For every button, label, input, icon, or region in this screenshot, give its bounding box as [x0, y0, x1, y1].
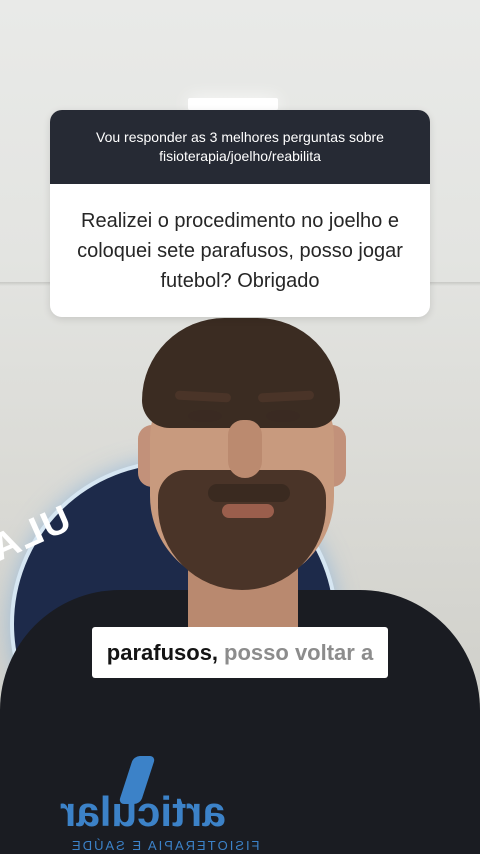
- person-eye-left: [188, 410, 222, 422]
- question-sticker-question: Realizei o procedimento no joelho e colo…: [50, 184, 430, 317]
- caption: parafusos, posso voltar a: [92, 627, 388, 678]
- shirt-logo-subtext: FISIOTERAPIA E SAÚDE: [70, 838, 260, 853]
- person-nose: [228, 420, 262, 478]
- shirt-logo: articular: [60, 788, 226, 835]
- ceiling-light: [188, 98, 278, 110]
- question-sticker[interactable]: Vou responder as 3 melhores perguntas so…: [50, 110, 430, 317]
- caption-spoken-text: parafusos,: [106, 639, 219, 665]
- person-eye-right: [266, 410, 300, 422]
- video-frame[interactable]: ULAR articular FISIOTERAPIA E SAÚDE Vou …: [0, 0, 480, 854]
- caption-pending-text: posso voltar a: [224, 639, 374, 665]
- person-hair: [142, 318, 340, 428]
- person-mouth: [222, 504, 274, 518]
- question-sticker-header: Vou responder as 3 melhores perguntas so…: [50, 110, 430, 184]
- person-mustache: [208, 484, 290, 502]
